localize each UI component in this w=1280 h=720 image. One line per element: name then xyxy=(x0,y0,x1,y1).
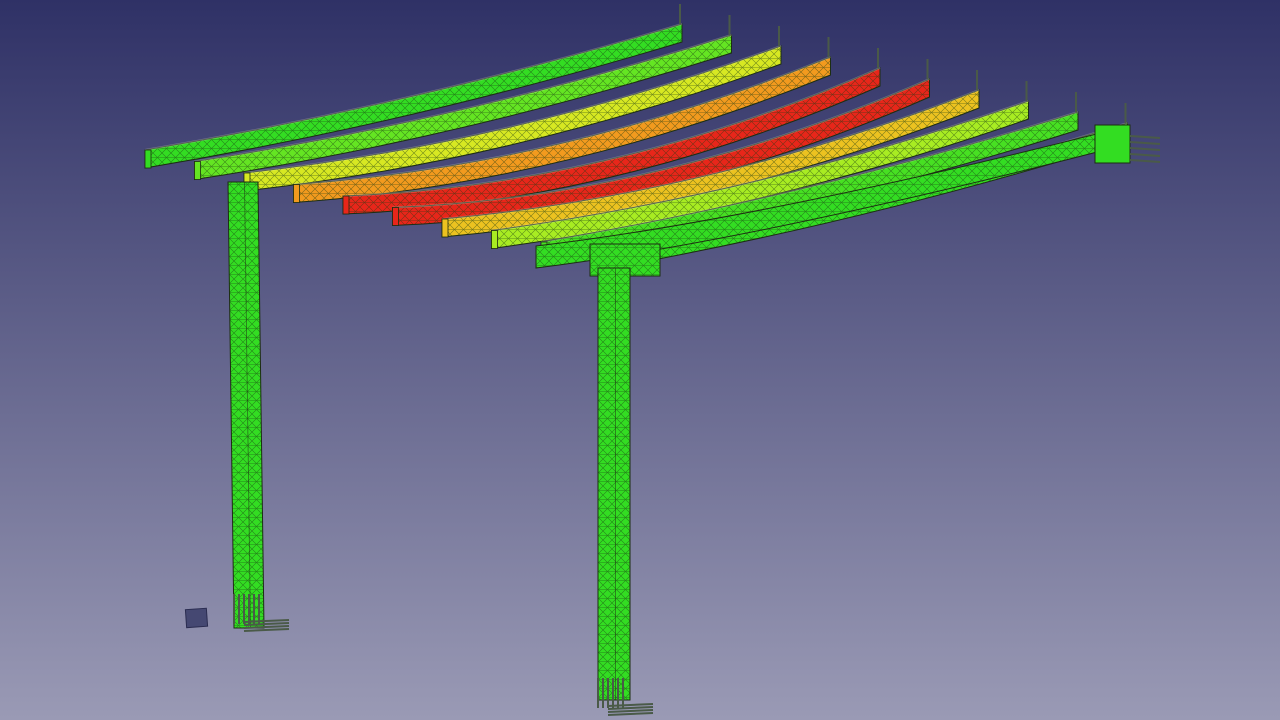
support-post xyxy=(597,267,631,701)
fem-result-scene[interactable] xyxy=(0,0,1280,720)
support-post xyxy=(227,181,265,629)
3d-viewport[interactable] xyxy=(0,0,1280,720)
navigation-cube-icon[interactable] xyxy=(184,607,209,629)
